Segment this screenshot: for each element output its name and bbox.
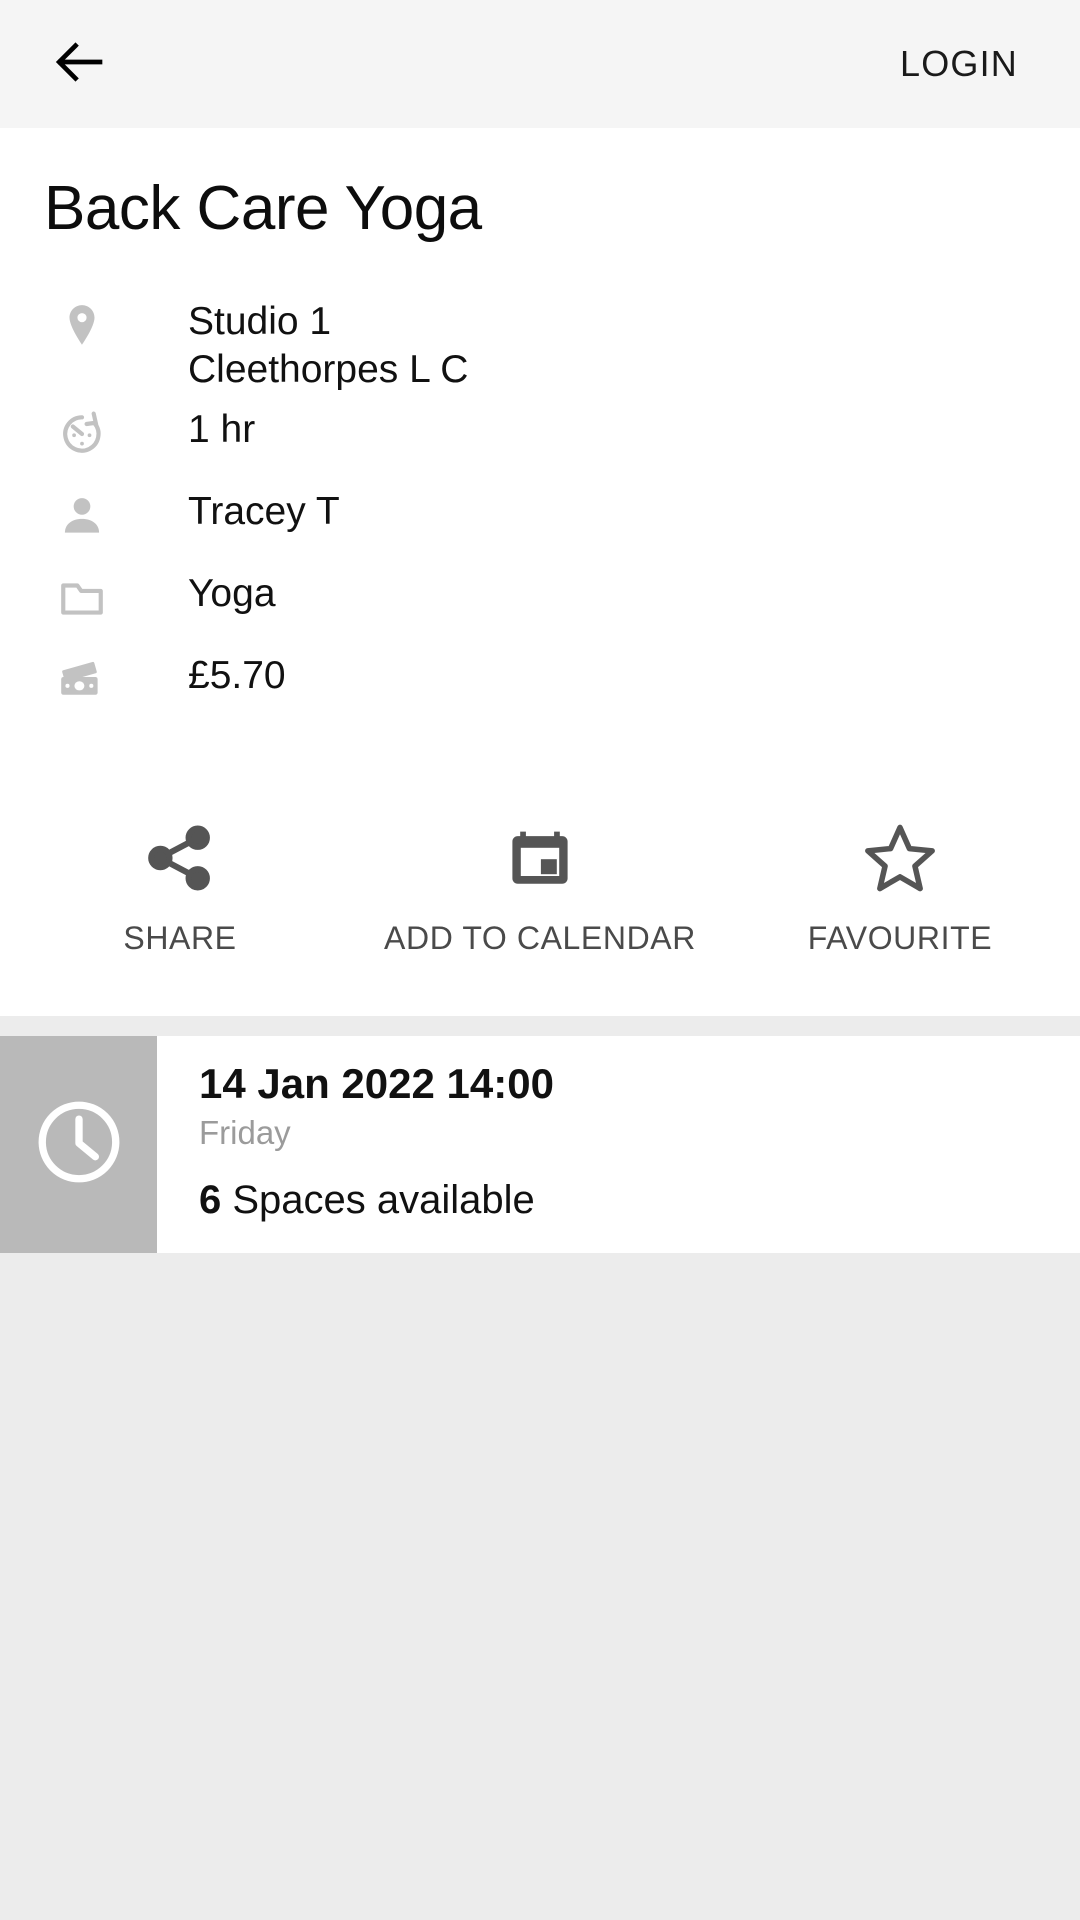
star-outline-icon	[861, 810, 939, 906]
login-button[interactable]: LOGIN	[896, 36, 1022, 92]
info-row-duration-text: 1 hr	[188, 408, 256, 451]
info-row-price-text: £5.70	[188, 654, 286, 697]
class-info-list: Studio 1 Cleethorpes L C 1 hr Tracey T Y…	[0, 290, 1080, 726]
folder-icon	[46, 562, 118, 634]
section-divider	[0, 1016, 1080, 1036]
arrow-left-icon	[51, 34, 107, 95]
session-spaces-count: 6	[199, 1177, 222, 1222]
info-row-location-text: Studio 1 Cleethorpes L C	[188, 300, 469, 391]
session-list-item[interactable]: 14 Jan 2022 14:00 Friday 6 Spaces availa…	[0, 1036, 1080, 1253]
info-row-instructor: Tracey T	[0, 480, 1080, 562]
class-detail-screen: LOGIN Back Care Yoga Studio 1 Cleethorpe…	[0, 0, 1080, 1920]
info-row-location: Studio 1 Cleethorpes L C	[0, 290, 1080, 398]
page-title: Back Care Yoga	[44, 174, 482, 243]
timer-icon	[46, 398, 118, 470]
app-header: LOGIN	[0, 0, 1080, 128]
clock-icon	[30, 1093, 128, 1196]
info-row-instructor-text: Tracey T	[188, 490, 340, 533]
share-label: SHARE	[123, 920, 237, 956]
add-to-calendar-button[interactable]: ADD TO CALENDAR	[360, 800, 720, 957]
session-details: 14 Jan 2022 14:00 Friday 6 Spaces availa…	[157, 1036, 1080, 1253]
favourite-button[interactable]: FAVOURITE	[720, 800, 1080, 957]
add-to-calendar-label: ADD TO CALENDAR	[384, 920, 696, 956]
info-row-price: £5.70	[0, 644, 1080, 726]
page-background-filler	[0, 1253, 1080, 1920]
info-row-duration: 1 hr	[0, 398, 1080, 480]
session-spaces-text: Spaces available	[232, 1177, 535, 1222]
person-icon	[46, 480, 118, 552]
share-icon	[142, 810, 218, 906]
session-spaces: 6 Spaces available	[199, 1179, 1080, 1221]
detail-sheet: Back Care Yoga Studio 1 Cleethorpes L C	[0, 128, 1080, 1016]
info-row-category: Yoga	[0, 562, 1080, 644]
calendar-icon	[504, 810, 576, 906]
action-bar: SHARE ADD TO CALENDAR FAVOURITE	[0, 800, 1080, 957]
money-icon	[46, 644, 118, 716]
session-day: Friday	[199, 1114, 291, 1152]
session-spaces-label	[221, 1178, 232, 1222]
share-button[interactable]: SHARE	[0, 800, 360, 957]
info-row-category-text: Yoga	[188, 572, 276, 615]
back-button[interactable]	[42, 27, 116, 101]
favourite-label: FAVOURITE	[807, 920, 993, 956]
session-thumbnail	[0, 1036, 157, 1253]
location-pin-icon	[46, 290, 118, 362]
session-datetime: 14 Jan 2022 14:00	[199, 1060, 554, 1107]
